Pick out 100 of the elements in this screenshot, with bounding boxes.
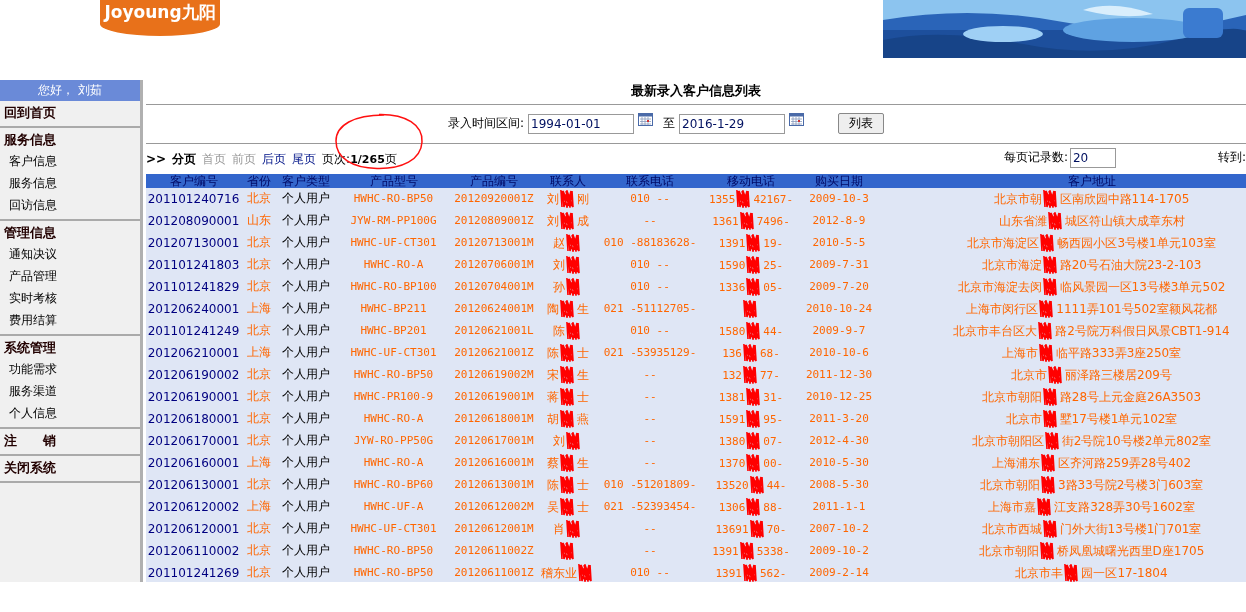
scribble-mark [559,475,577,494]
per-page-field[interactable]: 20 [1069,147,1116,168]
cell-text: 区南欣园中路114-1705 [1059,191,1190,206]
sidebar-item[interactable]: 费用结算 [0,309,140,331]
sidebar-item[interactable]: 功能需求 [0,358,140,380]
cell-text: 07- [763,434,784,448]
sidebar-heading[interactable]: 管理信息 [0,221,140,243]
cell-text: 成 [577,213,589,228]
table-cell: 个人用户 [276,341,336,364]
cell-text: 燕 [577,411,589,426]
cell-text: 44- [766,478,787,492]
scribble-mark [565,321,583,340]
table-cell: 北京 [241,363,276,386]
column-header: 客户类型 [276,173,336,188]
sidebar-heading[interactable]: 注 销 [0,429,140,451]
table-cell: 021 -52393454- [599,495,701,518]
scribble-mark [565,233,583,252]
scribble-mark [1043,431,1062,450]
sidebar-heading[interactable]: 关闭系统 [0,456,140,478]
table-cell: 北京 [241,187,276,210]
table-cell: 2012-8-9 [801,209,877,232]
scribble-mark [559,299,577,318]
calendar-icon [638,112,653,126]
table-cell: -- [599,407,701,430]
calendar-icon [789,112,804,126]
sidebar-item[interactable]: 客户信息 [0,150,140,172]
table-cell: -- [599,363,701,386]
pager-link[interactable]: 后页 [262,150,287,168]
table-cell: HWHC-BP211 [336,297,451,320]
scribble-mark [559,343,577,362]
table-cell: 201206110002 [146,539,241,562]
logo: Joyoung九阳 [100,0,220,36]
table-cell: 20120920001Z [451,187,537,210]
cell-text: 5338- [756,544,790,558]
table-cell: 2009-10-2 [801,539,877,562]
scribble-mark [1041,409,1060,428]
cell-text: 1591 [718,412,746,426]
pager-link[interactable]: 尾页 [292,150,317,168]
table-cell: HWHC-RO-BP60 [336,473,451,496]
page-indicator: 页次:1/265页 [322,151,397,166]
cell-text: 陈 [547,345,559,360]
sidebar-item[interactable]: 通知决议 [0,243,140,265]
cell-text: 街2号院10号楼2单元802室 [1061,433,1212,448]
sidebar-item[interactable]: 服务信息 [0,172,140,194]
table-cell: HWHC-UF-CT301 [336,231,451,254]
sidebar-item[interactable]: 回访信息 [0,194,140,216]
table-cell: 20120618001M [451,407,537,430]
sidebar-heading[interactable]: 系统管理 [0,336,140,358]
table-cell: 个人用户 [276,253,336,276]
cell-text: 1580 [718,324,746,338]
table-cell: 北京 [241,561,276,582]
scribble-mark [559,365,577,384]
table-cell: 201101241269 [146,561,241,582]
sidebar-item[interactable]: 实时考核 [0,287,140,309]
column-header: 产品编号 [451,173,537,188]
table-cell: 201206180001 [146,407,241,430]
table-cell: 个人用户 [276,429,336,452]
cell-text: 562- [760,566,787,580]
table-cell: 个人用户 [276,561,336,582]
table-cell: 个人用户 [276,209,336,232]
table-cell: 个人用户 [276,517,336,540]
table-cell: 010 -88183628- [599,231,701,254]
cell-text: 刘 [547,213,559,228]
sidebar-item[interactable]: 个人信息 [0,402,140,424]
table-cell: HWHC-RO-BP50 [336,187,451,210]
cell-text: 上海市闵行区 [966,301,1039,316]
double-arrow-icon: >> [146,152,167,167]
table-cell: 个人用户 [276,407,336,430]
sidebar-heading[interactable]: 回到首页 [0,101,140,123]
sidebar-heading[interactable]: 服务信息 [0,128,140,150]
cell-text: 44- [763,324,784,338]
table-cell: 010 -- [599,319,701,342]
separator-label: 至 [663,115,675,133]
scribble-mark [559,387,577,406]
scribble-mark [742,299,760,318]
cell-text: 陈 [547,477,559,492]
cell-text: 1355 [708,192,736,206]
cell-text: 山东省潍 [998,213,1047,228]
cell-text: 赵 [553,235,565,250]
table-cell: -- [599,385,701,408]
table-cell: 2009-10-3 [801,187,877,210]
scribble-mark [738,541,757,560]
cell-text: 1381 [718,390,746,404]
cell-text: 桥凤凰城曙光西里D座1705 [1056,543,1205,558]
cell-text: 1391 [718,236,746,250]
date-field[interactable]: 2016-1-29 [679,113,785,134]
table-cell: 20120612002M [451,495,537,518]
cell-text: 士 [577,389,589,404]
table-cell: 20120617001M [451,429,537,452]
table-cell: 北京 [241,517,276,540]
sidebar-item[interactable]: 服务渠道 [0,380,140,402]
list-button[interactable]: 列表 [838,113,884,135]
table-cell: 201206190002 [146,363,241,386]
table-cell: 201206190001 [146,385,241,408]
scribble-mark [1041,519,1060,538]
date-field[interactable]: 1994-01-01 [528,113,634,134]
table-cell: 2008-5-30 [801,473,877,496]
cell-text: 77- [760,368,780,382]
table-cell: HWHC-RO-A [336,451,451,474]
sidebar-item[interactable]: 产品管理 [0,265,140,287]
